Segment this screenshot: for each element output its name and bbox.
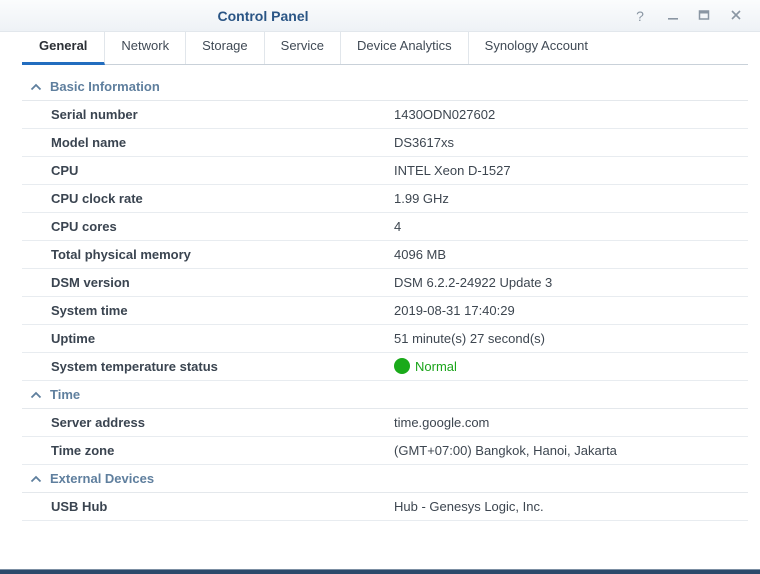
temperature-status: Normal	[394, 353, 457, 381]
table-row: Total physical memory 4096 MB	[22, 241, 748, 269]
table-row: Uptime 51 minute(s) 27 second(s)	[22, 325, 748, 353]
section-header-external-devices[interactable]: External Devices	[22, 465, 748, 493]
row-label: Uptime	[51, 331, 96, 346]
row-label: Time zone	[51, 443, 115, 458]
row-value: 4	[394, 219, 402, 234]
section-title: External Devices	[50, 471, 155, 486]
row-value: 1430ODN027602	[394, 107, 496, 122]
minimize-icon[interactable]	[663, 6, 683, 26]
row-label: CPU clock rate	[51, 191, 143, 206]
row-label: Total physical memory	[51, 247, 191, 262]
row-value: DS3617xs	[394, 135, 454, 150]
help-icon[interactable]: ?	[630, 6, 650, 26]
section-title: Basic Information	[50, 79, 160, 94]
row-value: DSM 6.2.2-24922 Update 3	[394, 275, 553, 290]
table-row: System temperature status Normal	[22, 353, 748, 381]
row-label: Server address	[51, 415, 145, 430]
table-row: CPU clock rate 1.99 GHz	[22, 185, 748, 213]
row-label: System time	[51, 303, 128, 318]
help-glyph: ?	[636, 8, 644, 24]
table-row: Server address time.google.com	[22, 409, 748, 437]
section-header-basic-information[interactable]: Basic Information	[22, 73, 748, 101]
table-row: CPU INTEL Xeon D-1527	[22, 157, 748, 185]
table-row: DSM version DSM 6.2.2-24922 Update 3	[22, 269, 748, 297]
tab-synology-account[interactable]: Synology Account	[469, 32, 604, 64]
row-value: INTEL Xeon D-1527	[394, 163, 511, 178]
row-value: (GMT+07:00) Bangkok, Hanoi, Jakarta	[394, 443, 617, 458]
tab-bar: General Network Storage Service Device A…	[22, 32, 748, 65]
chevron-up-icon	[30, 391, 42, 399]
title-bar[interactable]: Control Panel ?	[0, 0, 760, 32]
status-dot-icon	[394, 358, 410, 374]
close-icon[interactable]	[726, 6, 746, 26]
table-row: System time 2019-08-31 17:40:29	[22, 297, 748, 325]
status-text: Normal	[415, 359, 457, 374]
row-label: Serial number	[51, 107, 138, 122]
tab-device-analytics[interactable]: Device Analytics	[341, 32, 469, 64]
row-value: 1.99 GHz	[394, 191, 449, 206]
row-value: time.google.com	[394, 415, 490, 430]
row-label: CPU cores	[51, 219, 117, 234]
control-panel-window: Control Panel ? General Network Storage …	[0, 0, 760, 570]
row-label: CPU	[51, 163, 79, 178]
row-value: 51 minute(s) 27 second(s)	[394, 331, 546, 346]
row-label: USB Hub	[51, 499, 108, 514]
chevron-up-icon	[30, 83, 42, 91]
row-label: DSM version	[51, 275, 130, 290]
row-value: 4096 MB	[394, 247, 447, 262]
table-row: Time zone (GMT+07:00) Bangkok, Hanoi, Ja…	[22, 437, 748, 465]
tab-network[interactable]: Network	[105, 32, 187, 64]
row-label: System temperature status	[51, 359, 218, 374]
maximize-icon[interactable]	[694, 6, 714, 26]
tab-storage[interactable]: Storage	[186, 32, 265, 64]
section-header-time[interactable]: Time	[22, 381, 748, 409]
table-row: CPU cores 4	[22, 213, 748, 241]
table-row: USB Hub Hub - Genesys Logic, Inc.	[22, 493, 748, 521]
tab-service[interactable]: Service	[265, 32, 342, 64]
tab-general[interactable]: General	[22, 32, 106, 65]
row-label: Model name	[51, 135, 127, 150]
section-title: Time	[50, 387, 81, 402]
row-value: 2019-08-31 17:40:29	[394, 303, 515, 318]
general-content: Basic Information Serial number 1430ODN0…	[22, 73, 748, 521]
chevron-up-icon	[30, 475, 42, 483]
row-value: Hub - Genesys Logic, Inc.	[394, 499, 544, 514]
table-row: Model name DS3617xs	[22, 129, 748, 157]
table-row: Serial number 1430ODN027602	[22, 101, 748, 129]
window-title: Control Panel	[217, 8, 309, 24]
